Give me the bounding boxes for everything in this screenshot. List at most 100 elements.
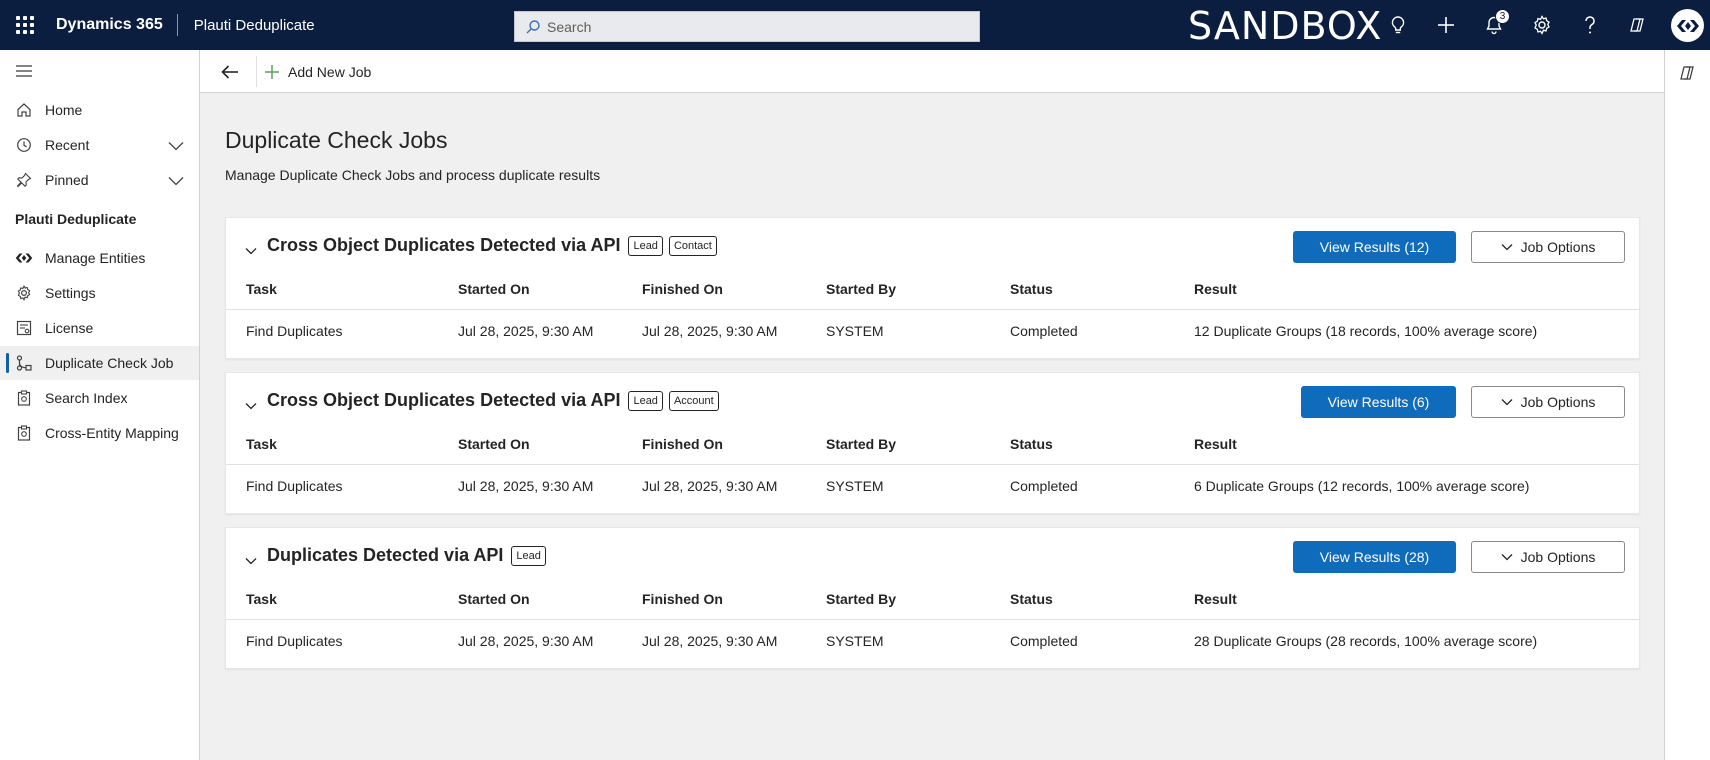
sidebar-item-home[interactable]: Home (0, 93, 199, 127)
app-launcher-button[interactable] (0, 0, 50, 50)
chevron-down-icon[interactable] (245, 242, 257, 260)
lightbulb-icon[interactable] (1386, 13, 1410, 37)
chevron-down-icon[interactable] (168, 173, 184, 189)
plauti-logo-icon (15, 249, 33, 267)
sidebar-item-search-index[interactable]: Search Index (0, 381, 199, 415)
cell-started-by: SYSTEM (826, 478, 884, 494)
entity-tag: Account (668, 390, 719, 411)
cell-task: Find Duplicates (246, 478, 343, 494)
home-icon (15, 101, 33, 119)
column-header-result: Result (1194, 281, 1237, 297)
sidebar-item-settings[interactable]: Settings (0, 276, 199, 310)
sidebar-item-cross-entity-mapping[interactable]: Cross-Entity Mapping (0, 416, 199, 450)
plauti-logo-icon (1676, 19, 1699, 32)
environment-label: SANDBOX (1188, 4, 1383, 48)
job-card: Cross Object Duplicates Detected via API… (225, 372, 1640, 514)
job-title: Cross Object Duplicates Detected via API… (267, 235, 717, 256)
column-header-status: Status (1010, 591, 1053, 607)
sidebar: Home Recent Pinned Plauti Deduplicate Ma… (0, 50, 200, 760)
sidebar-item-duplicate-check-job[interactable]: Duplicate Check Job (0, 346, 199, 380)
plus-icon[interactable] (1434, 13, 1458, 37)
row-divider (226, 619, 1639, 620)
notifications-button[interactable]: 3 (1482, 9, 1510, 37)
sidebar-item-label: Pinned (45, 172, 89, 188)
view-results-button[interactable]: View Results (28) (1293, 541, 1456, 573)
help-icon[interactable] (1578, 13, 1602, 37)
column-header-started-by: Started By (826, 436, 897, 452)
app-name[interactable]: Plauti Deduplicate (178, 17, 315, 34)
job-card-header: Cross Object Duplicates Detected via API… (226, 373, 1639, 429)
sidebar-item-label: Recent (45, 137, 90, 153)
job-options-button[interactable]: Job Options (1471, 231, 1625, 263)
job-options-label: Job Options (1520, 549, 1596, 565)
gear-icon[interactable] (1530, 13, 1554, 37)
row-divider (226, 464, 1639, 465)
chevron-down-icon[interactable] (245, 397, 257, 415)
sidebar-item-recent[interactable]: Recent (0, 128, 199, 162)
column-header-result: Result (1194, 436, 1237, 452)
job-options-button[interactable]: Job Options (1471, 386, 1625, 418)
cell-task: Find Duplicates (246, 323, 343, 339)
search-placeholder: Search (547, 18, 592, 35)
chevron-down-icon (1501, 554, 1513, 561)
copilot-icon[interactable] (1679, 64, 1697, 87)
clipboard-icon (15, 389, 33, 407)
notification-badge: 3 (1495, 9, 1510, 24)
sidebar-item-label: Cross-Entity Mapping (45, 425, 179, 441)
top-bar: Dynamics 365 Plauti Deduplicate Search S… (0, 0, 1710, 50)
right-rail (1664, 50, 1710, 760)
arrow-left-icon (221, 65, 238, 79)
column-header-started-on: Started On (458, 436, 530, 452)
cell-finished-on: Jul 28, 2025, 9:30 AM (642, 323, 778, 339)
column-header-finished-on: Finished On (642, 436, 723, 452)
command-divider (256, 56, 257, 87)
job-title: Cross Object Duplicates Detected via API… (267, 390, 719, 411)
pin-icon (15, 171, 33, 189)
column-header-status: Status (1010, 436, 1053, 452)
page-title: Duplicate Check Jobs (225, 127, 448, 153)
command-bar: Add New Job (200, 50, 1664, 93)
search-input[interactable]: Search (514, 11, 980, 42)
chevron-down-icon[interactable] (168, 138, 184, 154)
sidebar-section-title: Plauti Deduplicate (15, 211, 137, 227)
cell-finished-on: Jul 28, 2025, 9:30 AM (642, 633, 778, 649)
job-title-text: Cross Object Duplicates Detected via API (267, 235, 621, 255)
sidebar-item-license[interactable]: License (0, 311, 199, 345)
add-new-job-label: Add New Job (288, 64, 372, 80)
column-header-status: Status (1010, 281, 1053, 297)
column-header-started-by: Started By (826, 281, 897, 297)
clock-icon (15, 136, 33, 154)
column-header-result: Result (1194, 591, 1237, 607)
column-header-finished-on: Finished On (642, 281, 723, 297)
search-icon (526, 19, 540, 33)
cell-started-by: SYSTEM (826, 323, 884, 339)
view-results-button[interactable]: View Results (6) (1301, 386, 1456, 418)
chevron-down-icon (1501, 399, 1513, 406)
cell-started-by: SYSTEM (826, 633, 884, 649)
view-results-button[interactable]: View Results (12) (1293, 231, 1456, 263)
column-header-finished-on: Finished On (642, 591, 723, 607)
hamburger-icon[interactable] (16, 64, 32, 82)
sidebar-item-manage-entities[interactable]: Manage Entities (0, 241, 199, 275)
sidebar-item-pinned[interactable]: Pinned (0, 163, 199, 197)
job-title-text: Duplicates Detected via API (267, 545, 504, 565)
copilot-icon[interactable] (1626, 13, 1650, 37)
back-button[interactable] (218, 61, 242, 83)
gear-icon (15, 284, 33, 302)
cell-task: Find Duplicates (246, 633, 343, 649)
page-subtitle: Manage Duplicate Check Jobs and process … (225, 167, 601, 183)
avatar[interactable] (1671, 9, 1704, 42)
chevron-down-icon (1501, 244, 1513, 251)
job-flow-icon (15, 354, 33, 372)
sidebar-item-label: Duplicate Check Job (45, 355, 174, 371)
add-new-job-button[interactable]: Add New Job (264, 60, 371, 84)
job-options-button[interactable]: Job Options (1471, 541, 1625, 573)
job-card: Duplicates Detected via API Lead View Re… (225, 527, 1640, 669)
brand-name[interactable]: Dynamics 365 (50, 16, 177, 34)
chevron-down-icon[interactable] (245, 552, 257, 570)
column-header-task: Task (246, 591, 277, 607)
column-header-task: Task (246, 281, 277, 297)
cell-finished-on: Jul 28, 2025, 9:30 AM (642, 478, 778, 494)
job-title: Duplicates Detected via API Lead (267, 545, 546, 566)
entity-tag: Lead (511, 545, 546, 566)
